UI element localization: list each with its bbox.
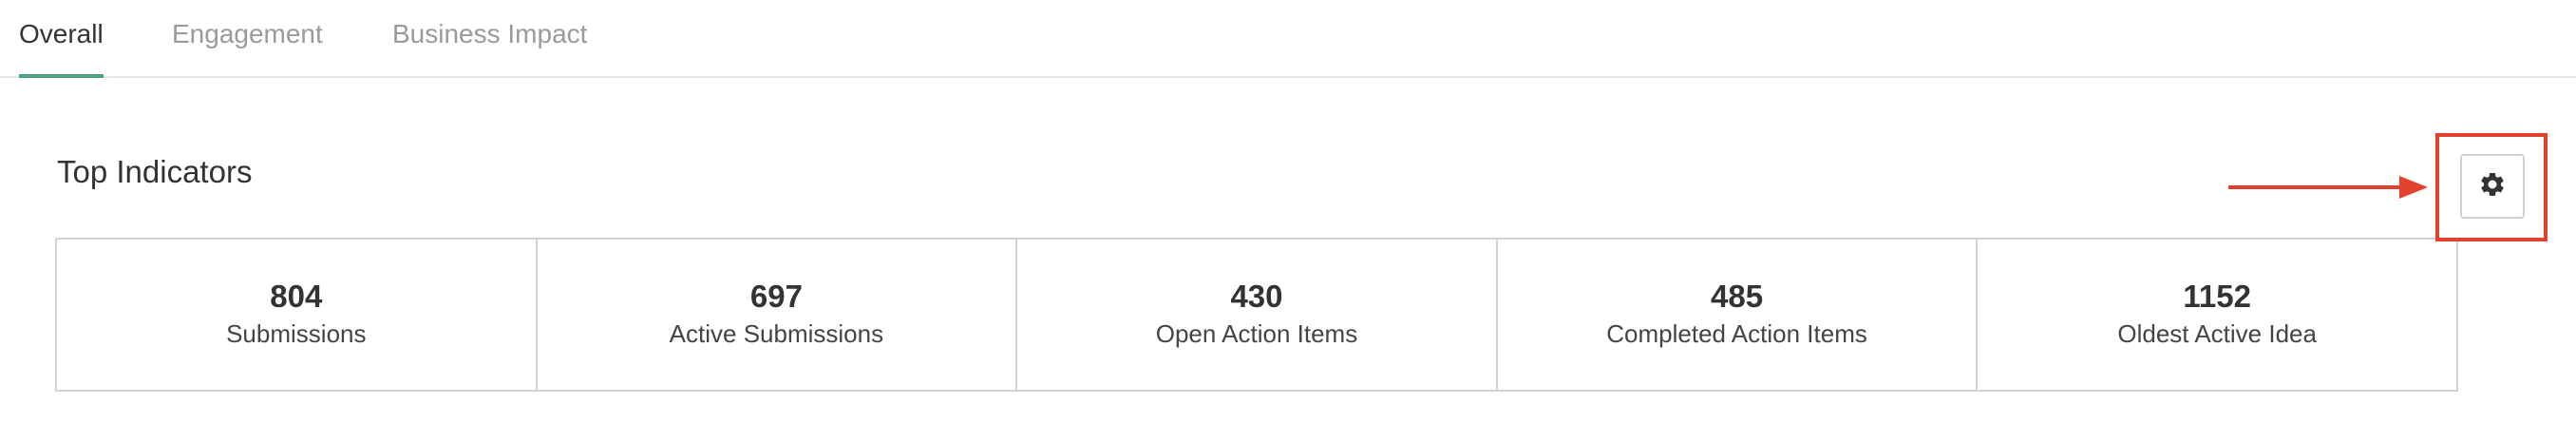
indicator-submissions: 804 Submissions bbox=[57, 240, 538, 390]
tab-bar: Overall Engagement Business Impact bbox=[0, 0, 2576, 78]
indicator-label: Submissions bbox=[226, 319, 367, 348]
section-title: Top Indicators bbox=[57, 154, 253, 189]
tab-engagement[interactable]: Engagement bbox=[172, 0, 323, 78]
settings-button[interactable] bbox=[2460, 154, 2525, 219]
indicator-value: 430 bbox=[1230, 279, 1283, 314]
indicator-completed-action-items: 485 Completed Action Items bbox=[1498, 240, 1979, 390]
annotation-arrow bbox=[2228, 176, 2428, 199]
indicator-value: 697 bbox=[749, 279, 803, 314]
indicator-label: Open Action Items bbox=[1155, 319, 1358, 348]
indicator-label: Active Submissions bbox=[669, 319, 884, 348]
indicator-value: 804 bbox=[270, 279, 323, 314]
indicator-open-action-items: 430 Open Action Items bbox=[1017, 240, 1498, 390]
top-indicators-panel: 804 Submissions 697 Active Submissions 4… bbox=[55, 238, 2458, 392]
indicator-value: 485 bbox=[1711, 279, 1764, 314]
gear-icon bbox=[2478, 170, 2507, 203]
indicator-label: Completed Action Items bbox=[1606, 319, 1867, 348]
tab-business-impact[interactable]: Business Impact bbox=[392, 0, 587, 78]
indicator-label: Oldest Active Idea bbox=[2117, 319, 2317, 348]
indicator-active-submissions: 697 Active Submissions bbox=[538, 240, 1018, 390]
indicator-value: 1152 bbox=[2183, 279, 2251, 314]
tab-overall[interactable]: Overall bbox=[19, 0, 104, 78]
indicator-oldest-active-idea: 1152 Oldest Active Idea bbox=[1978, 240, 2456, 390]
